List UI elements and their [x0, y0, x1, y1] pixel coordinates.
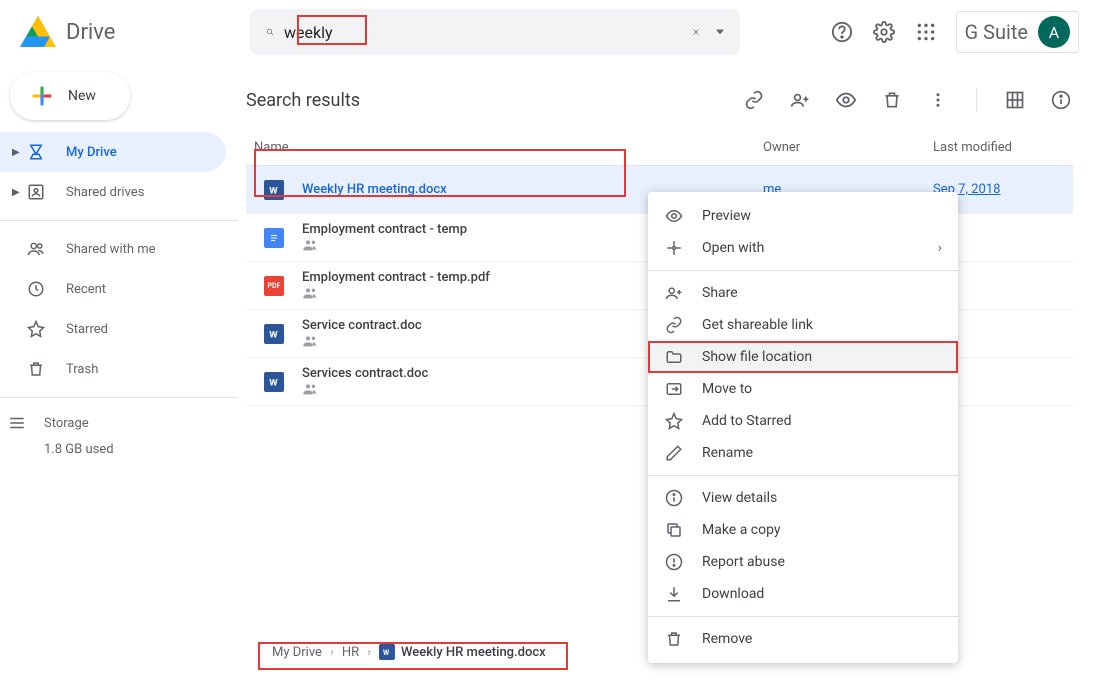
svg-text:W: W: [269, 185, 278, 195]
ctx-remove[interactable]: Remove: [648, 623, 958, 655]
folder-icon: [664, 348, 684, 366]
my-drive-icon: [24, 143, 48, 161]
move-icon: [664, 380, 684, 398]
word-doc-icon: W: [379, 644, 395, 660]
app-name: Drive: [66, 20, 115, 45]
breadcrumb-root[interactable]: My Drive: [272, 645, 322, 660]
ctx-view-details[interactable]: View details: [648, 482, 958, 514]
get-link-icon[interactable]: [742, 88, 766, 112]
search-options-dropdown-icon[interactable]: [708, 20, 732, 44]
storage-icon: [8, 414, 26, 432]
column-name[interactable]: Name: [246, 140, 763, 155]
word-doc-icon: W: [264, 324, 284, 344]
selection-toolbar: [742, 88, 1073, 112]
gsuite-text: G Suite: [965, 20, 1029, 44]
apps-grid-icon[interactable]: [914, 20, 938, 44]
trash-icon: [664, 630, 684, 648]
ctx-share[interactable]: Share: [648, 277, 958, 309]
user-avatar[interactable]: A: [1038, 16, 1070, 48]
trash-icon: [24, 360, 48, 378]
clock-icon: [24, 280, 48, 298]
ctx-report-abuse[interactable]: Report abuse: [648, 546, 958, 578]
sidebar-item-trash[interactable]: Trash: [0, 349, 226, 389]
ctx-show-location[interactable]: Show file location: [648, 341, 958, 373]
ctx-get-link[interactable]: Get shareable link: [648, 309, 958, 341]
view-grid-icon[interactable]: [1003, 88, 1027, 112]
shared-drives-icon: [24, 183, 48, 201]
ctx-preview[interactable]: Preview: [648, 200, 958, 232]
svg-text:W: W: [269, 377, 278, 387]
download-icon: [664, 585, 684, 603]
warning-icon: [664, 553, 684, 571]
info-icon: [664, 489, 684, 507]
sidebar-item-starred[interactable]: Starred: [0, 309, 226, 349]
plus-icon: [28, 82, 56, 110]
new-button[interactable]: New: [10, 72, 130, 120]
open-with-icon: [664, 239, 684, 257]
breadcrumb-folder[interactable]: HR: [342, 645, 359, 660]
context-menu: Preview Open with› Share Get shareable l…: [648, 192, 958, 663]
sidebar-item-my-drive[interactable]: ▶My Drive: [0, 132, 226, 172]
gsuite-badge[interactable]: G Suite A: [956, 11, 1080, 53]
info-icon[interactable]: [1049, 88, 1073, 112]
sidebar-item-shared-drives[interactable]: ▶Shared drives: [0, 172, 226, 212]
person-add-icon: [664, 284, 684, 302]
gdoc-icon: [264, 228, 284, 248]
column-modified[interactable]: Last modified: [933, 140, 1073, 155]
star-icon: [664, 412, 684, 430]
ctx-open-with[interactable]: Open with›: [648, 232, 958, 264]
help-icon[interactable]: [830, 20, 854, 44]
pdf-icon: PDF: [264, 276, 284, 296]
chevron-right-icon: ›: [330, 645, 334, 660]
search-input[interactable]: [282, 23, 684, 42]
ctx-make-copy[interactable]: Make a copy: [648, 514, 958, 546]
drive-logo-icon: [20, 14, 56, 50]
svg-text:W: W: [269, 329, 278, 339]
storage-section[interactable]: Storage 1.8 GB used: [0, 406, 238, 457]
delete-icon[interactable]: [880, 88, 904, 112]
star-icon: [24, 320, 48, 338]
storage-used: 1.8 GB used: [44, 442, 238, 457]
shared-with-me-icon: [24, 240, 48, 258]
more-options-icon[interactable]: [926, 88, 950, 112]
breadcrumb: My Drive › HR › W Weekly HR meeting.docx: [264, 641, 554, 663]
settings-gear-icon[interactable]: [872, 20, 896, 44]
link-icon: [664, 316, 684, 334]
pencil-icon: [664, 444, 684, 462]
chevron-right-icon: ›: [367, 645, 371, 660]
new-button-label: New: [68, 88, 96, 104]
table-header: Name Owner Last modified: [246, 130, 1073, 166]
page-title: Search results: [246, 90, 742, 111]
column-owner[interactable]: Owner: [763, 140, 933, 155]
breadcrumb-file[interactable]: W Weekly HR meeting.docx: [379, 644, 546, 660]
word-doc-icon: W: [264, 372, 284, 392]
clear-search-icon[interactable]: [684, 20, 708, 44]
sidebar: New ▶My Drive ▶Shared drives Shared with…: [0, 64, 238, 683]
ctx-download[interactable]: Download: [648, 578, 958, 610]
share-icon[interactable]: [788, 88, 812, 112]
ctx-add-starred[interactable]: Add to Starred: [648, 405, 958, 437]
preview-icon[interactable]: [834, 88, 858, 112]
search-icon[interactable]: [258, 20, 282, 44]
sidebar-item-shared-with-me[interactable]: Shared with me: [0, 229, 226, 269]
sidebar-item-recent[interactable]: Recent: [0, 269, 226, 309]
copy-icon: [664, 521, 684, 539]
chevron-right-icon: ›: [938, 240, 942, 256]
svg-text:W: W: [383, 649, 390, 657]
search-bar[interactable]: [250, 9, 740, 55]
word-doc-icon: W: [264, 180, 284, 200]
eye-icon: [664, 207, 684, 225]
ctx-rename[interactable]: Rename: [648, 437, 958, 469]
ctx-move-to[interactable]: Move to: [648, 373, 958, 405]
app-logo-area[interactable]: Drive: [12, 14, 250, 50]
